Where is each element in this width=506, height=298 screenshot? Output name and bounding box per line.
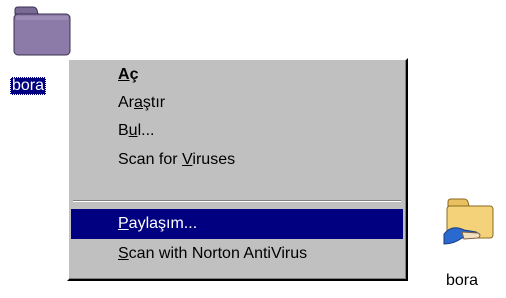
shared-folder-label[interactable]: bora [446, 272, 478, 290]
menu-item-label: Bul... [118, 122, 155, 139]
context-menu: Aç Araştır Bul... Scan for Viruses Payla… [67, 58, 408, 281]
menu-item-label: Araştır [118, 94, 166, 111]
folder-icon[interactable] [13, 6, 71, 56]
menu-item-label: Scan with Norton AntiVirus [118, 245, 308, 262]
menu-item-open[interactable]: Aç [71, 60, 403, 90]
menu-separator [73, 200, 401, 202]
menu-item-label: Scan for Viruses [118, 151, 236, 168]
menu-item-scan-viruses[interactable]: Scan for Viruses [71, 145, 403, 175]
shared-folder-icon[interactable] [442, 194, 496, 248]
folder-label[interactable]: bora [10, 77, 47, 95]
menu-item-find[interactable]: Bul... [71, 116, 403, 146]
menu-item-label: Paylaşım... [118, 215, 198, 232]
menu-item-label: Aç [118, 66, 139, 83]
menu-item-sharing[interactable]: Paylaşım... [71, 209, 403, 239]
menu-item-scan-norton[interactable]: Scan with Norton AntiVirus [71, 239, 403, 269]
menu-item-explore[interactable]: Araştır [71, 88, 403, 118]
